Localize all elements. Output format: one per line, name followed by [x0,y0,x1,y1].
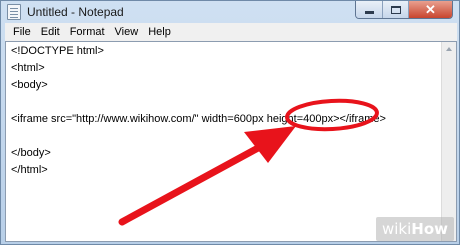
watermark-wiki: wiki [381,220,412,238]
notepad-window: Untitled - Notepad ✕ File Edit Format Vi… [0,0,460,245]
title-bar[interactable]: Untitled - Notepad ✕ [1,1,459,23]
code-line: <html> [11,62,45,74]
menu-help[interactable]: Help [143,23,176,41]
wikihow-watermark: wiki How [375,217,454,241]
close-button[interactable]: ✕ [408,1,452,18]
text-editor[interactable]: <!DOCTYPE html> <html> <body> <iframe sr… [5,41,457,242]
code-line-iframe: <iframe src="http://www.wikihow.com/" wi… [11,113,386,125]
code-line: <body> [11,79,48,91]
minimize-button[interactable] [356,1,382,18]
window-controls: ✕ [355,1,453,19]
close-icon: ✕ [425,2,436,17]
menu-file[interactable]: File [8,23,36,41]
menu-view[interactable]: View [110,23,144,41]
watermark-how: How [411,220,448,238]
notepad-icon [7,4,21,20]
code-line: </html> [11,164,48,176]
menu-edit[interactable]: Edit [36,23,65,41]
code-line: </body> [11,147,51,159]
menu-bar: File Edit Format View Help [5,23,457,41]
maximize-button[interactable] [382,1,408,18]
menu-format[interactable]: Format [65,23,110,41]
maximize-icon [390,5,401,14]
window-title: Untitled - Notepad [27,5,124,19]
code-line: <!DOCTYPE html> [11,45,104,57]
vertical-scrollbar[interactable] [441,42,456,241]
minimize-icon [364,11,374,14]
